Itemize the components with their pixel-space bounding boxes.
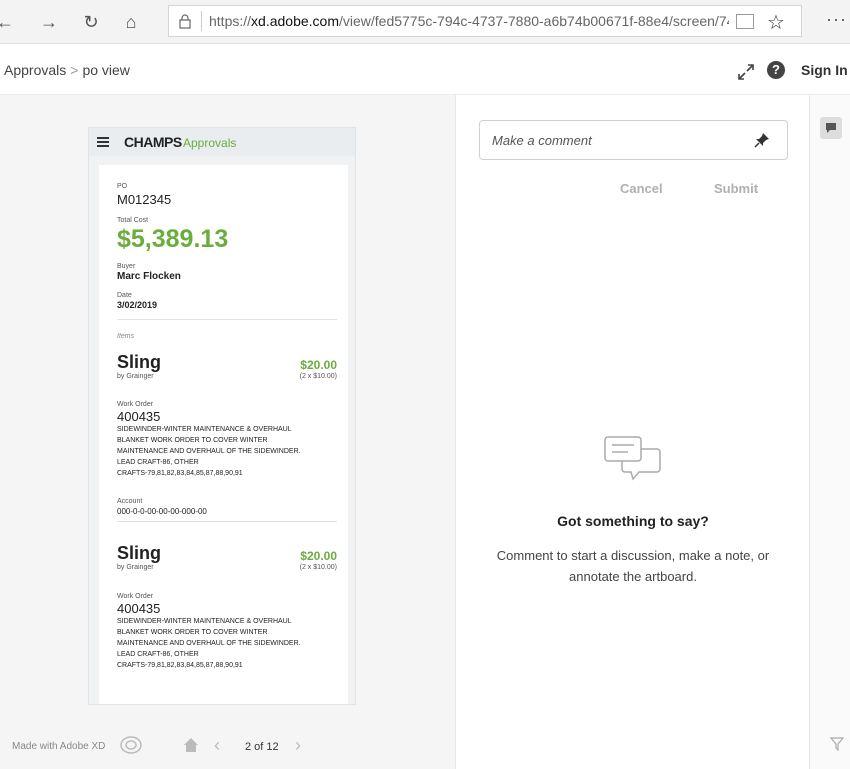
address-divider xyxy=(201,11,202,31)
brand-logo: CHAMPS xyxy=(124,134,182,150)
date-value: 3/02/2019 xyxy=(117,300,158,310)
buyer-label: Buyer xyxy=(117,263,136,270)
work-order-number: 400435 xyxy=(117,409,161,424)
submit-button[interactable]: Submit xyxy=(714,181,758,196)
star-icon[interactable]: ☆ xyxy=(767,10,785,35)
item-price: $20.00 xyxy=(300,358,337,372)
work-order-label: Work Order xyxy=(117,593,154,600)
work-order-line: SIDEWINDER-WINTER MAINTENANCE & OVERHAUL xyxy=(117,426,292,433)
work-order-line: CRAFTS-79,81,82,83,84,85,87,88,90,91 xyxy=(117,662,243,669)
work-order-line: MAINTENANCE AND OVERHAUL OF THE SIDEWIND… xyxy=(117,640,301,647)
account-value: 000-0-0-00-00-00-000-00 xyxy=(117,507,207,516)
speech-bubbles-icon xyxy=(604,436,661,481)
divider xyxy=(117,521,337,522)
previous-screen-icon[interactable]: ‹ xyxy=(214,735,220,756)
url-path: /view/fed5775c-794c-4737-7880-a6b74b0067… xyxy=(338,13,729,29)
breadcrumb: Approvals > po view xyxy=(4,62,130,78)
comment-input[interactable] xyxy=(479,120,788,160)
work-order-line: BLANKET WORK ORDER TO COVER WINTER xyxy=(117,437,268,444)
browser-toolbar: ← → ↻ ⌂ https://xd.adobe.com/view/fed577… xyxy=(0,0,850,44)
back-arrow-icon[interactable]: ← xyxy=(0,11,16,33)
po-card: PO M012345 Total Cost $5,389.13 Buyer Ma… xyxy=(99,165,348,704)
breadcrumb-parent[interactable]: Approvals xyxy=(4,62,66,78)
cancel-button[interactable]: Cancel xyxy=(620,181,663,196)
divider xyxy=(117,319,337,320)
url-domain: xd.adobe.com xyxy=(251,13,339,29)
hamburger-menu-icon xyxy=(97,137,109,147)
right-rail xyxy=(809,95,850,769)
item-name: Sling xyxy=(117,543,161,563)
xd-header: Approvals > po view ? Sign In xyxy=(0,44,850,95)
pin-icon[interactable] xyxy=(754,132,770,148)
work-order-line: LEAD CRAFT-86, OTHER xyxy=(117,459,199,466)
sign-in-link[interactable]: Sign In xyxy=(801,62,848,78)
comments-panel: Cancel Submit Got something to say? Comm… xyxy=(455,95,809,769)
app-bar: CHAMPS Approvals xyxy=(89,128,355,156)
work-order-label: Work Order xyxy=(117,401,154,408)
more-menu-icon[interactable]: ··· xyxy=(826,9,847,30)
artboard[interactable]: CHAMPS Approvals PO M012345 Total Cost $… xyxy=(88,127,356,705)
page-counter: 2 of 12 xyxy=(245,741,279,753)
item-name: Sling xyxy=(117,352,161,372)
help-icon[interactable]: ? xyxy=(767,61,785,79)
work-order-line: BLANKET WORK ORDER TO COVER WINTER xyxy=(117,629,268,636)
refresh-icon[interactable]: ↻ xyxy=(80,11,102,33)
work-order-description: SIDEWINDER-WINTER MAINTENANCE & OVERHAUL… xyxy=(117,424,337,479)
work-order-description: SIDEWINDER-WINTER MAINTENANCE & OVERHAUL… xyxy=(117,616,337,671)
reading-view-icon[interactable] xyxy=(736,14,754,29)
creative-cloud-icon xyxy=(120,736,142,754)
breadcrumb-separator: > xyxy=(70,62,79,78)
home-icon[interactable]: ⌂ xyxy=(120,11,142,33)
expand-icon[interactable] xyxy=(736,62,756,82)
url-text[interactable]: https://xd.adobe.com/view/fed5775c-794c-… xyxy=(209,13,729,29)
url-prefix: https:// xyxy=(209,13,252,29)
empty-state-title: Got something to say? xyxy=(557,513,709,529)
date-label: Date xyxy=(117,292,132,299)
breadcrumb-current: po view xyxy=(82,62,130,78)
address-bar[interactable]: https://xd.adobe.com/view/fed5775c-794c-… xyxy=(168,5,802,37)
buyer-value: Marc Flocken xyxy=(117,271,181,282)
lock-icon xyxy=(179,14,191,29)
next-screen-icon[interactable]: › xyxy=(295,735,301,756)
item-vendor: by Grainger xyxy=(117,373,154,380)
brand-subtitle: Approvals xyxy=(183,136,237,150)
work-order-line: SIDEWINDER-WINTER MAINTENANCE & OVERHAUL xyxy=(117,618,292,625)
comment-glyph-icon xyxy=(826,123,836,133)
comments-toggle-icon[interactable] xyxy=(820,117,842,139)
forward-arrow-icon[interactable]: → xyxy=(38,11,60,33)
po-label: PO xyxy=(117,183,128,190)
total-cost-value: $5,389.13 xyxy=(117,225,229,253)
work-order-line: CRAFTS-79,81,82,83,84,85,87,88,90,91 xyxy=(117,470,243,477)
item-quantity: (2 x $10.00) xyxy=(299,373,337,380)
account-label: Account xyxy=(117,498,143,505)
artboard-canvas: CHAMPS Approvals PO M012345 Total Cost $… xyxy=(0,95,455,769)
empty-state-text: Comment to start a discussion, make a no… xyxy=(496,548,770,584)
filter-icon[interactable] xyxy=(830,737,844,751)
work-order-number: 400435 xyxy=(117,601,161,616)
item-quantity: (2 x $10.00) xyxy=(299,564,337,571)
item-price: $20.00 xyxy=(300,549,337,563)
item-vendor: by Grainger xyxy=(117,564,154,571)
work-order-line: MAINTENANCE AND OVERHAUL OF THE SIDEWIND… xyxy=(117,448,301,455)
items-label: Items xyxy=(117,333,135,340)
work-order-line: LEAD CRAFT-86, OTHER xyxy=(117,651,199,658)
po-value: M012345 xyxy=(117,192,172,207)
artboard-home-icon[interactable] xyxy=(183,737,199,753)
total-cost-label: Total Cost xyxy=(117,217,149,224)
made-with-adobe-xd[interactable]: Made with Adobe XD xyxy=(12,741,105,752)
